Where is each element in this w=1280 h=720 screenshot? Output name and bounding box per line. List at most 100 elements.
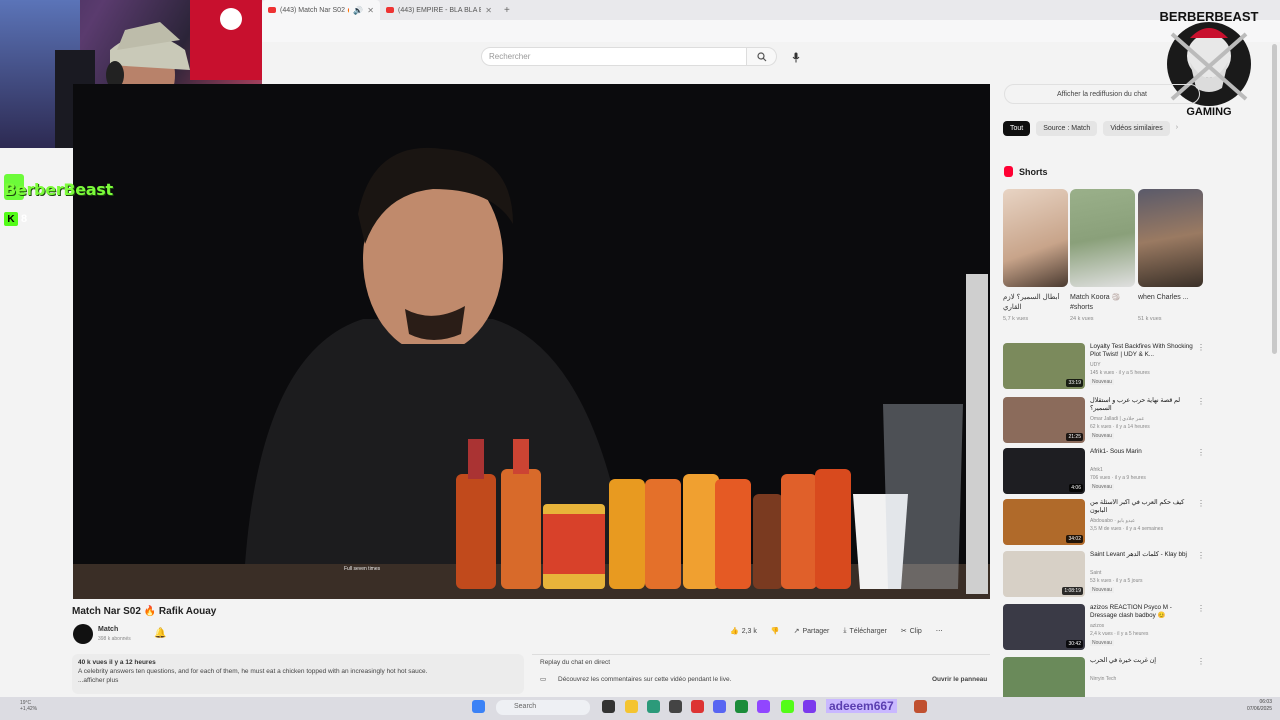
download-button[interactable]: ⤓ Télécharger bbox=[843, 627, 886, 635]
video-views: 3,5 M de vues · il y a 4 semaines bbox=[1090, 526, 1164, 532]
recommended-video[interactable]: 30:42 azizos REACTION Psyco M - Dressage … bbox=[1003, 604, 1205, 651]
video-duration: 34:02 bbox=[1066, 535, 1083, 543]
short-title: when Charles ... bbox=[1138, 294, 1189, 301]
notification-bell-icon[interactable]: 🔔 bbox=[154, 628, 166, 639]
show-more-link[interactable]: ...afficher plus bbox=[78, 676, 518, 685]
shorts-label: Shorts bbox=[1019, 166, 1048, 177]
terminal-icon[interactable] bbox=[735, 700, 748, 713]
share-button[interactable]: ↗ Partager bbox=[794, 627, 830, 636]
discord-icon[interactable] bbox=[713, 700, 726, 713]
start-menu-icon[interactable] bbox=[472, 700, 485, 713]
more-options-icon[interactable]: ⋮ bbox=[1197, 604, 1205, 613]
video-duration: 4:06 bbox=[1069, 484, 1083, 492]
recommended-video[interactable]: 1:08:19 Saint Levant كلمات الدهر - Klay b… bbox=[1003, 551, 1205, 598]
search-input[interactable]: Rechercher bbox=[481, 47, 747, 66]
short-item[interactable]: أبطال السمير؟ لازم القاري 5,7 k vues bbox=[1003, 189, 1068, 322]
video-description[interactable]: 40 k vues il y a 12 heures A celebrity a… bbox=[72, 654, 524, 694]
obs-icon[interactable] bbox=[803, 700, 816, 713]
video-duration: 30:42 bbox=[1066, 640, 1083, 648]
open-panel-button[interactable]: Ouvrir le panneau bbox=[932, 676, 987, 683]
video-thumbnail: 1:08:19 bbox=[1003, 551, 1085, 597]
channel-name[interactable]: Abdouabo · عبدو بابو bbox=[1090, 518, 1135, 524]
channel-name[interactable]: Afrik1 bbox=[1090, 467, 1103, 473]
recommended-video[interactable]: 33:19 Loyalty Test Backfires With Shockin… bbox=[1003, 343, 1205, 390]
new-tab-button[interactable]: + bbox=[498, 5, 516, 16]
video-title: Match Nar S02 🔥 Rafik Aouay bbox=[72, 606, 217, 617]
video-thumbnail: 4:06 bbox=[1003, 448, 1085, 494]
more-options-icon[interactable]: ⋮ bbox=[1197, 397, 1205, 406]
kick-icon[interactable] bbox=[781, 700, 794, 713]
chip-source[interactable]: Source : Match bbox=[1036, 121, 1098, 136]
more-options-icon[interactable]: ⋮ bbox=[1197, 551, 1205, 560]
chevron-right-icon[interactable]: › bbox=[1176, 121, 1178, 136]
clock-date: 07/06/2025 bbox=[1246, 706, 1272, 712]
video-duration: 1:08:19 bbox=[1062, 587, 1083, 595]
video-views: 706 vues · il y a 9 heures bbox=[1090, 475, 1146, 481]
download-label: Télécharger bbox=[849, 627, 887, 635]
video-duration: 21:25 bbox=[1066, 433, 1083, 441]
more-options-icon[interactable]: ⋮ bbox=[1197, 448, 1205, 457]
like-button[interactable]: 👍 2,3 k bbox=[730, 627, 757, 636]
new-badge: Nouveau bbox=[1090, 433, 1115, 439]
channel-avatar[interactable] bbox=[73, 624, 93, 644]
windows-taskbar bbox=[0, 697, 1280, 720]
browser-tab[interactable]: (443) Match Nar S02 🔥 R 🔊 ✕ bbox=[262, 0, 380, 20]
address-bar-area bbox=[262, 20, 1280, 42]
channel-name[interactable]: Omar Jalladi | عمر جلادي bbox=[1090, 416, 1144, 422]
more-actions-button[interactable]: ⋯ bbox=[936, 627, 943, 635]
tab-title: (443) Match Nar S02 🔥 R bbox=[280, 7, 349, 14]
dislike-button[interactable]: 👎 bbox=[771, 627, 780, 635]
system-clock[interactable]: 06:03 07/06/2025 bbox=[1232, 699, 1272, 713]
more-options-icon[interactable]: ⋮ bbox=[1197, 657, 1205, 666]
file-explorer-icon[interactable] bbox=[625, 700, 638, 713]
channel-name[interactable]: azizos bbox=[1090, 623, 1104, 629]
channel-name[interactable]: UDY bbox=[1090, 362, 1101, 368]
share-label: Partager bbox=[802, 627, 830, 635]
speaker-icon[interactable]: 🔊 bbox=[353, 6, 363, 15]
weather-widget[interactable]: 19°C +1,42% bbox=[20, 700, 37, 712]
channel-name[interactable]: Nirryin Tech bbox=[1090, 676, 1116, 682]
short-item[interactable]: when Charles ... 51 k vues bbox=[1138, 189, 1203, 322]
browser-tab-strip: (443) Match Nar S02 🔥 R 🔊 ✕ (443) EMPIRE… bbox=[262, 0, 1280, 20]
search-button[interactable] bbox=[747, 47, 777, 66]
new-badge: Nouveau bbox=[1090, 640, 1115, 646]
page-scrollbar[interactable] bbox=[1272, 44, 1277, 354]
search-icon bbox=[756, 51, 766, 61]
short-item[interactable]: Match Koora 🏐 #shorts 24 k vues bbox=[1070, 189, 1135, 322]
close-tab-icon[interactable]: ✕ bbox=[367, 6, 374, 15]
recommended-video[interactable]: 34:02 كيف حكم العرب في أكبر الأسئلة من ال… bbox=[1003, 499, 1205, 546]
channel-name[interactable]: Saint bbox=[1090, 570, 1101, 576]
video-views: 53 k vues · il y a 5 jours bbox=[1090, 578, 1143, 584]
filter-chips: Tout Source : Match Vidéos similaires › bbox=[1003, 121, 1178, 136]
clip-button[interactable]: ✂ Clip bbox=[901, 627, 922, 636]
more-options-icon[interactable]: ⋮ bbox=[1197, 343, 1205, 352]
voice-search-button[interactable] bbox=[788, 49, 804, 65]
video-player[interactable] bbox=[73, 84, 990, 599]
more-options-icon[interactable]: ⋮ bbox=[1197, 499, 1205, 508]
twitch-icon[interactable] bbox=[757, 700, 770, 713]
app-icon[interactable] bbox=[669, 700, 682, 713]
video-views: 2,4 k vues · il y a 5 heures bbox=[1090, 631, 1149, 637]
chrome-icon[interactable] bbox=[691, 700, 704, 713]
taskbar-search[interactable]: Search bbox=[496, 700, 590, 715]
shorts-icon bbox=[1004, 166, 1013, 177]
video-actions: 👍 2,3 k 👎 ↗ Partager ⤓ Télécharger ✂ Clip ⋯ bbox=[730, 627, 943, 635]
video-title: Saint Levant كلمات الدهر - Klay bbj bbox=[1090, 551, 1187, 558]
chip-similar[interactable]: Vidéos similaires bbox=[1103, 121, 1170, 136]
kick-viewer-count: K 8 bbox=[4, 212, 27, 226]
show-chat-replay-button[interactable]: Afficher la rediffusion du chat bbox=[1004, 84, 1200, 104]
recommended-video[interactable]: 21:25 لم قصة نهاية حرب عرب و استقلال السم… bbox=[1003, 397, 1205, 444]
channel-name[interactable]: Match bbox=[98, 626, 118, 633]
video-thumbnail: 30:42 bbox=[1003, 604, 1085, 650]
video-frame bbox=[73, 84, 990, 599]
chip-all[interactable]: Tout bbox=[1003, 121, 1031, 136]
video-title: كيف حكم العرب في أكبر الأسئلة من البابون bbox=[1090, 499, 1185, 514]
thumbs-down-icon: 👎 bbox=[770, 628, 780, 635]
edge-icon[interactable] bbox=[647, 700, 660, 713]
svg-text:BERBERBEAST: BERBERBEAST bbox=[1160, 9, 1259, 24]
recommended-video[interactable]: 4:06 Afrik1- Sous Marin Afrik1 706 vues · i… bbox=[1003, 448, 1205, 495]
close-tab-icon[interactable]: ✕ bbox=[485, 6, 492, 15]
browser-tab[interactable]: (443) EMPIRE - BLA BLA BLA - ✕ bbox=[380, 0, 498, 20]
task-view-icon[interactable] bbox=[602, 700, 615, 713]
clock-time: 06:03 bbox=[1259, 699, 1272, 705]
